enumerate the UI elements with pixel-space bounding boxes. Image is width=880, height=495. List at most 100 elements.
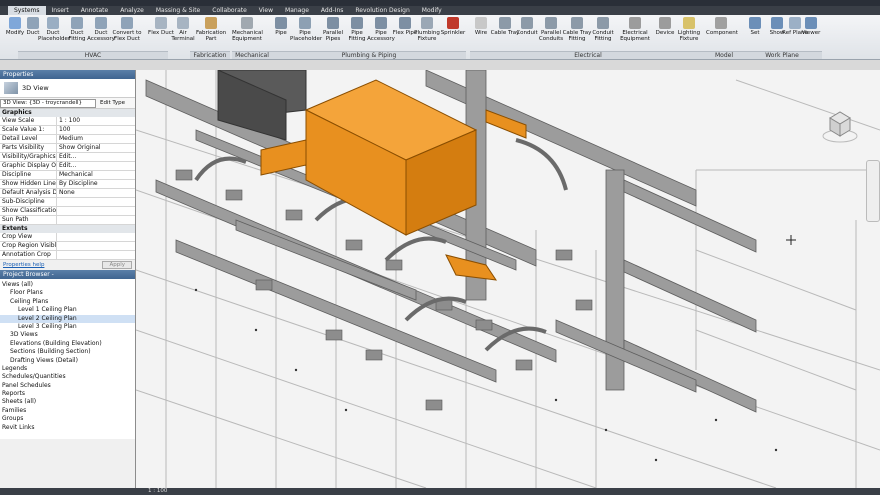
browser-item[interactable]: Sheets (all) bbox=[0, 398, 135, 406]
property-value[interactable]: Mechanical bbox=[57, 171, 135, 179]
browser-item[interactable]: Legends bbox=[0, 365, 135, 373]
tab-revolution-design[interactable]: Revolution Design bbox=[349, 6, 415, 15]
extents-section[interactable]: Extents bbox=[0, 225, 135, 233]
property-value[interactable] bbox=[57, 216, 135, 224]
ribbon-button-label: Sprinkler bbox=[440, 30, 466, 36]
view-scale-status[interactable]: 1 : 100 bbox=[148, 488, 167, 494]
property-row[interactable]: Show Hidden Lines By Discipline bbox=[0, 180, 135, 189]
browser-item[interactable]: Level 3 Ceiling Plan bbox=[0, 323, 135, 331]
set-icon bbox=[749, 17, 761, 29]
browser-item[interactable]: Drafting Views (Detail) bbox=[0, 357, 135, 365]
property-name: Detail Level bbox=[0, 135, 57, 143]
3d-viewport[interactable] bbox=[136, 70, 880, 488]
property-value[interactable] bbox=[57, 233, 135, 241]
edit-type-button[interactable]: Edit Type bbox=[100, 100, 125, 106]
property-value[interactable] bbox=[57, 242, 135, 250]
3d-view-icon bbox=[4, 82, 18, 94]
convert-to-flex-duct-button[interactable]: Convert to Flex Duct bbox=[112, 17, 142, 49]
tab-insert[interactable]: Insert bbox=[46, 6, 75, 15]
parallel-conduits-icon bbox=[545, 17, 557, 29]
property-value[interactable] bbox=[57, 251, 135, 259]
pipe-placeholder-button[interactable]: Pipe Placeholder bbox=[290, 17, 322, 49]
sprinkler-button[interactable]: Sprinkler bbox=[438, 17, 468, 49]
browser-item[interactable]: Reports bbox=[0, 390, 135, 398]
property-value[interactable]: Edit... bbox=[57, 162, 135, 170]
tab-manage[interactable]: Manage bbox=[279, 6, 315, 15]
property-value[interactable] bbox=[57, 207, 135, 215]
property-value[interactable]: By Discipline bbox=[57, 180, 135, 188]
property-name: Show Hidden Lines bbox=[2, 180, 57, 188]
browser-item[interactable]: Groups bbox=[0, 415, 135, 423]
browser-item[interactable]: Floor Plans bbox=[0, 289, 135, 297]
property-name: View Scale bbox=[0, 117, 57, 125]
apply-button[interactable]: Apply bbox=[102, 261, 132, 269]
browser-item[interactable]: Panel Schedules bbox=[0, 382, 135, 390]
tab-collaborate[interactable]: Collaborate bbox=[206, 6, 253, 15]
viewcube[interactable] bbox=[822, 108, 858, 144]
plumbing-fixture-icon bbox=[421, 17, 433, 29]
property-value[interactable]: Show Original bbox=[57, 144, 135, 152]
browser-item[interactable]: Level 2 Ceiling Plan bbox=[0, 314, 135, 323]
property-row[interactable]: View Scale 1 : 100 bbox=[0, 117, 135, 126]
type-selector-area[interactable]: 3D View bbox=[0, 79, 135, 98]
browser-item[interactable]: 3D Views bbox=[0, 331, 135, 339]
navigation-bar[interactable] bbox=[866, 160, 880, 222]
property-row[interactable]: Sub-Discipline bbox=[0, 198, 135, 207]
property-row[interactable]: Annotation Crop bbox=[0, 251, 135, 260]
browser-item[interactable]: Elevations (Building Elevation) bbox=[0, 340, 135, 348]
properties-help-link[interactable]: Properties help bbox=[3, 262, 44, 268]
property-row[interactable]: Discipline Mechanical bbox=[0, 171, 135, 180]
property-row[interactable]: Visibility/Graphics Ove...Edit... bbox=[0, 153, 135, 162]
viewer-icon bbox=[805, 17, 817, 29]
property-name: Sun Path bbox=[0, 216, 57, 224]
electrical-equipment-button[interactable]: Electrical Equipment bbox=[620, 17, 650, 49]
property-value[interactable]: 100 bbox=[57, 126, 135, 134]
property-value[interactable]: None bbox=[57, 189, 135, 197]
flex-pipe-icon bbox=[399, 17, 411, 29]
property-row[interactable]: Graphic Display OptionsEdit... bbox=[0, 162, 135, 171]
property-name: Graphic Display Options bbox=[2, 162, 57, 170]
pipe-accessory-icon bbox=[375, 17, 387, 29]
fabrication-part-button[interactable]: Fabrication Part bbox=[196, 17, 226, 49]
conduit-fitting-button[interactable]: Conduit Fitting bbox=[588, 17, 618, 49]
tab-analyze[interactable]: Analyze bbox=[114, 6, 150, 15]
parallel-pipes-icon bbox=[327, 17, 339, 29]
tab-annotate[interactable]: Annotate bbox=[75, 6, 114, 15]
project-browser-tree: Views (all) Floor Plans Ceiling Plans Level… bbox=[0, 279, 135, 439]
browser-item[interactable]: Schedules/Quantities bbox=[0, 373, 135, 381]
property-row[interactable]: Crop Region Visible bbox=[0, 242, 135, 251]
mechanical-equipment-button[interactable]: Mechanical Equipment bbox=[232, 17, 263, 49]
browser-item[interactable]: Level 1 Ceiling Plan bbox=[0, 306, 135, 314]
browser-item[interactable]: Ceiling Plans bbox=[0, 298, 135, 306]
air-terminal-button[interactable]: Air Terminal bbox=[168, 17, 198, 49]
left-panel: Properties 3D View 3D View: {3D - troycr… bbox=[0, 70, 136, 488]
tab-view[interactable]: View bbox=[253, 6, 279, 15]
ribbon-button-label: Conduit Fitting bbox=[592, 30, 614, 42]
component-button[interactable]: Component bbox=[706, 17, 738, 49]
viewer-button[interactable]: Viewer bbox=[796, 17, 826, 49]
property-value[interactable]: 1 : 100 bbox=[57, 117, 135, 125]
property-row[interactable]: Crop View bbox=[0, 233, 135, 242]
property-row[interactable]: Show Classification bbox=[0, 207, 135, 216]
property-row[interactable]: Scale Value 1: 100 bbox=[0, 126, 135, 135]
cable-tray-fitting-icon bbox=[571, 17, 583, 29]
browser-item[interactable]: Sections (Building Section) bbox=[0, 348, 135, 356]
graphics-section[interactable]: Graphics bbox=[0, 109, 135, 117]
tab-add-ins[interactable]: Add-Ins bbox=[315, 6, 349, 15]
browser-item[interactable]: Revit Links bbox=[0, 424, 135, 432]
tab-massing-site[interactable]: Massing & Site bbox=[150, 6, 206, 15]
browser-item[interactable]: Families bbox=[0, 407, 135, 415]
property-value[interactable]: Edit... bbox=[57, 153, 135, 161]
lighting-fixture-button[interactable]: Lighting Fixture bbox=[674, 17, 704, 49]
property-row[interactable]: Default Analysis Displa...None bbox=[0, 189, 135, 198]
tab-modify[interactable]: Modify bbox=[416, 6, 448, 15]
property-value[interactable]: Medium bbox=[57, 135, 135, 143]
property-row[interactable]: Parts Visibility Show Original bbox=[0, 144, 135, 153]
property-row[interactable]: Sun Path bbox=[0, 216, 135, 225]
property-value[interactable] bbox=[57, 198, 135, 206]
tab-systems[interactable]: Systems bbox=[8, 6, 46, 15]
property-row[interactable]: Detail Level Medium bbox=[0, 135, 135, 144]
conduit-fitting-icon bbox=[597, 17, 609, 29]
convert-to-flex-duct-icon bbox=[121, 17, 133, 29]
view-selector-dropdown[interactable]: 3D View: {3D - troycrandell} bbox=[0, 98, 96, 108]
